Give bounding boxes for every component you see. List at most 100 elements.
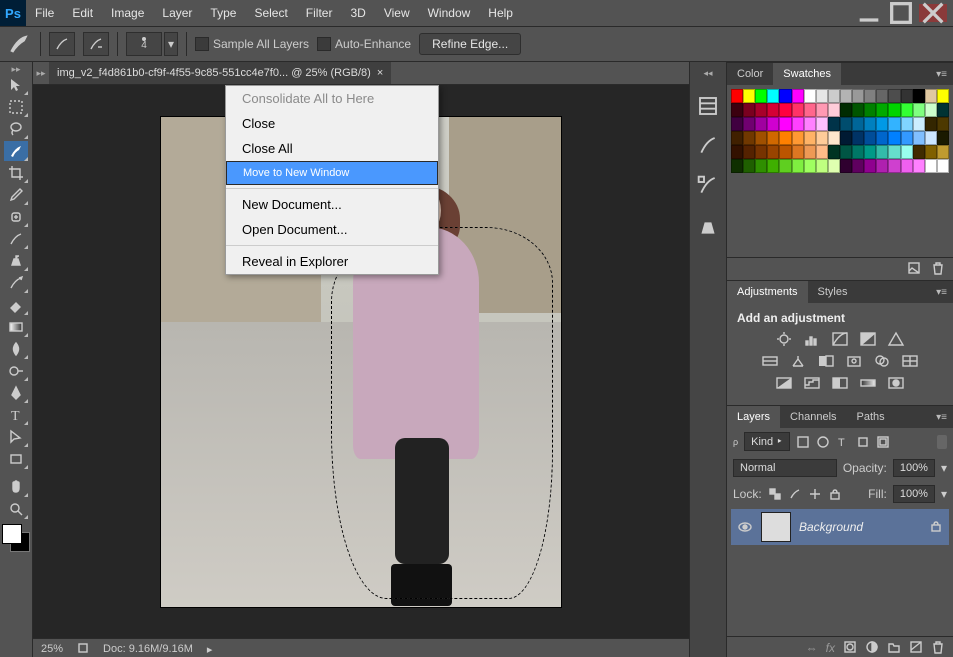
type-tool[interactable]: T [4,405,28,425]
swatch[interactable] [888,103,900,117]
swatch[interactable] [864,131,876,145]
lock-position-icon[interactable] [808,487,822,501]
swatch[interactable] [864,145,876,159]
swatch[interactable] [876,117,888,131]
swatch[interactable] [767,159,779,173]
swatch[interactable] [755,117,767,131]
swatch[interactable] [864,89,876,103]
swatch[interactable] [731,131,743,145]
ctx-reveal-in-explorer[interactable]: Reveal in Explorer [226,249,438,274]
swatch[interactable] [925,103,937,117]
swatch[interactable] [864,117,876,131]
brush-mode-subtract[interactable] [83,32,109,56]
swatch[interactable] [901,131,913,145]
lock-all-icon[interactable] [828,487,842,501]
layer-mask-icon[interactable] [843,640,857,657]
swatch[interactable] [828,131,840,145]
swatch[interactable] [876,145,888,159]
swatch[interactable] [767,89,779,103]
clone-source-panel-icon[interactable] [696,214,720,238]
swatch[interactable] [925,131,937,145]
swatch[interactable] [913,159,925,173]
swatch[interactable] [816,145,828,159]
swatch[interactable] [767,117,779,131]
swatch[interactable] [731,89,743,103]
menu-file[interactable]: File [26,6,63,20]
lock-transparency-icon[interactable] [768,487,782,501]
filter-adjustment-icon[interactable] [816,435,830,449]
swatch[interactable] [731,117,743,131]
swatch[interactable] [840,159,852,173]
vibrance-icon[interactable] [887,331,905,347]
color-tab[interactable]: Color [727,63,773,85]
ctx-new-document[interactable]: New Document... [226,192,438,217]
menu-edit[interactable]: Edit [63,6,102,20]
status-arrow-icon[interactable]: ▸ [207,643,213,656]
swatch[interactable] [937,117,949,131]
swatch[interactable] [804,159,816,173]
swatch[interactable] [876,159,888,173]
new-layer-icon[interactable] [909,640,923,657]
swatch[interactable] [731,103,743,117]
brightness-contrast-icon[interactable] [775,331,793,347]
new-swatch-icon[interactable] [907,261,921,278]
swatch[interactable] [840,145,852,159]
swatch[interactable] [755,159,767,173]
layer-fx-icon[interactable]: fx [826,641,835,655]
color-balance-icon[interactable] [789,353,807,369]
swatch[interactable] [901,145,913,159]
ctx-close-all[interactable]: Close All [226,136,438,161]
swatch[interactable] [779,89,791,103]
layer-filter-kind[interactable]: Kind ‣ [744,432,790,451]
fill-value[interactable]: 100% [893,485,935,503]
swatch[interactable] [804,145,816,159]
swatch[interactable] [767,145,779,159]
history-brush-tool[interactable] [4,273,28,293]
swatch[interactable] [743,131,755,145]
filter-toggle[interactable] [937,435,947,449]
posterize-icon[interactable] [803,375,821,391]
swatch[interactable] [779,131,791,145]
auto-enhance-checkbox[interactable]: Auto-Enhance [317,37,411,51]
document-tab[interactable]: img_v2_f4d861b0-cf9f-4f55-9c85-551cc4e7f… [49,62,391,84]
menu-3d[interactable]: 3D [341,6,374,20]
styles-tab[interactable]: Styles [808,281,858,303]
layer-lock-icon[interactable] [929,519,943,536]
current-tool-icon[interactable] [6,33,32,55]
swatch[interactable] [755,89,767,103]
layer-name[interactable]: Background [799,520,863,534]
hue-saturation-icon[interactable] [761,353,779,369]
blur-tool[interactable] [4,339,28,359]
quick-selection-tool[interactable] [4,141,28,161]
maximize-button[interactable] [887,4,915,22]
layer-row-background[interactable]: Background [731,509,949,545]
filter-smart-icon[interactable] [876,435,890,449]
swatch[interactable] [779,117,791,131]
swatch[interactable] [901,159,913,173]
swatch[interactable] [901,117,913,131]
status-doc-size[interactable]: Doc: 9.16M/9.16M [103,643,193,655]
color-lookup-icon[interactable] [901,353,919,369]
swatch[interactable] [779,159,791,173]
status-popup-icon[interactable] [77,642,89,657]
clone-stamp-tool[interactable] [4,251,28,271]
swatch[interactable] [743,145,755,159]
marquee-tool[interactable] [4,97,28,117]
swatch[interactable] [804,103,816,117]
channels-tab[interactable]: Channels [780,406,846,428]
swatch[interactable] [767,131,779,145]
dock-expand[interactable]: ◂◂ [703,68,712,78]
layer-thumbnail[interactable] [761,512,791,542]
swatch[interactable] [913,131,925,145]
swatch[interactable] [925,117,937,131]
swatch[interactable] [731,145,743,159]
swatch[interactable] [743,89,755,103]
swatch[interactable] [876,89,888,103]
brush-presets-panel-icon[interactable] [696,174,720,198]
zoom-tool[interactable] [4,499,28,519]
adjustments-tab[interactable]: Adjustments [727,281,808,303]
menu-filter[interactable]: Filter [297,6,342,20]
swatch[interactable] [913,145,925,159]
swatch[interactable] [901,89,913,103]
swatches-grid[interactable] [727,85,953,177]
